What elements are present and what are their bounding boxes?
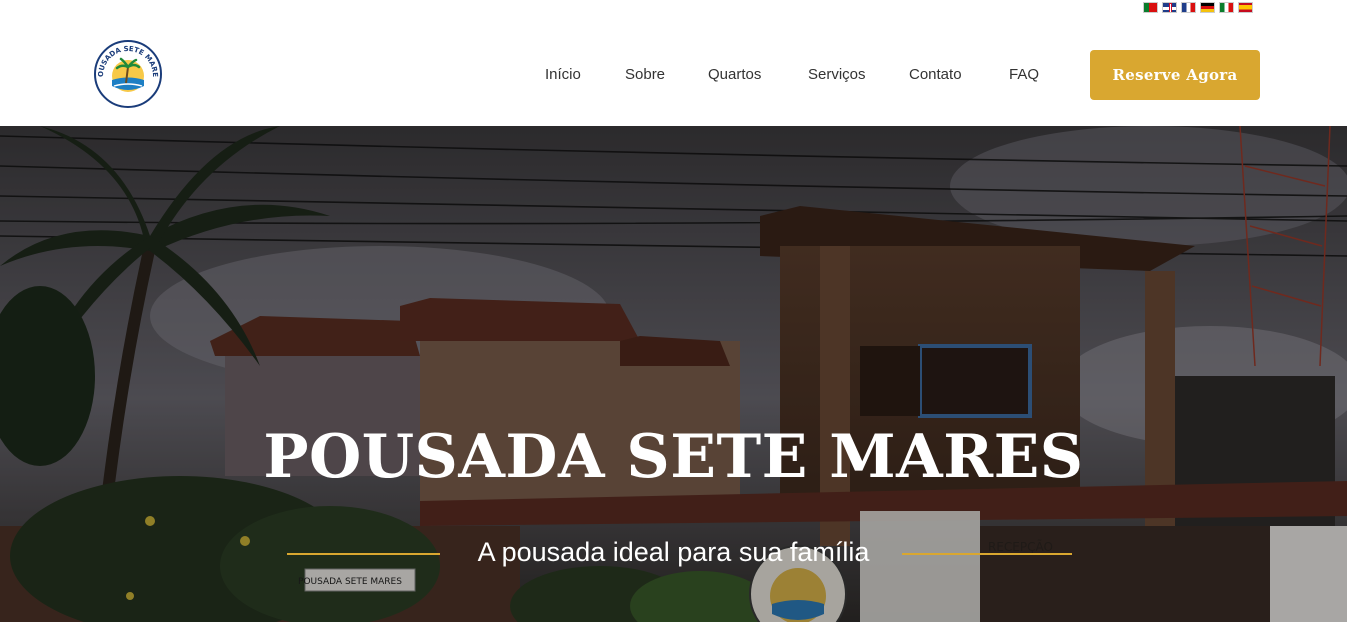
flag-fr-icon[interactable] <box>1181 2 1196 13</box>
nav-item-sobre[interactable]: Sobre <box>625 66 665 83</box>
flag-en-icon[interactable] <box>1162 2 1177 13</box>
language-switcher <box>1143 2 1253 13</box>
nav-item-servicos[interactable]: Serviços <box>808 66 866 83</box>
reserve-now-button[interactable]: Reserve Agora <box>1090 50 1260 100</box>
nav-item-quartos[interactable]: Quartos <box>708 66 761 83</box>
hero-divider-right <box>902 553 1072 555</box>
flag-pt-icon[interactable] <box>1143 2 1158 13</box>
nav-item-contato[interactable]: Contato <box>909 66 962 83</box>
nav-item-inicio[interactable]: Início <box>545 66 581 83</box>
site-header: POUSADA SETE MARES Início Sobre Quartos … <box>0 0 1347 126</box>
nav-item-faq[interactable]: FAQ <box>1009 66 1039 83</box>
hero-subtitle: A pousada ideal para sua família <box>477 537 870 567</box>
site-logo[interactable]: POUSADA SETE MARES <box>90 33 163 109</box>
flag-it-icon[interactable] <box>1219 2 1234 13</box>
hero-title: POUSADA SETE MARES <box>263 422 1084 492</box>
flag-es-icon[interactable] <box>1238 2 1253 13</box>
flag-de-icon[interactable] <box>1200 2 1215 13</box>
hero-section: POUSADA SETE MARES RECEPÇÃO POUSADA SETE… <box>0 126 1347 622</box>
